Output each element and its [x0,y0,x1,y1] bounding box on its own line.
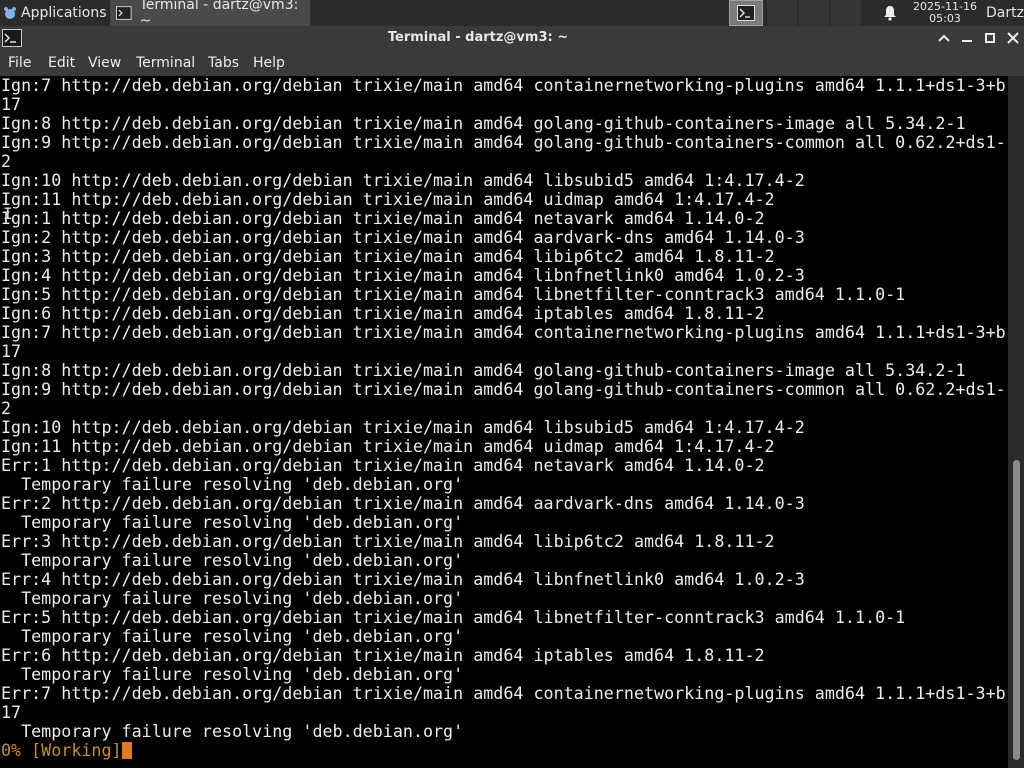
terminal-line: 17 [1,341,22,361]
terminal-line: Ign:11 http://deb.debian.org/debian trix… [1,436,775,456]
maximize-icon [985,33,995,43]
menu-help[interactable]: Help [253,50,285,76]
terminal-line: 17 [1,94,22,114]
terminal-line: Temporary failure resolving 'deb.debian.… [1,512,464,532]
terminal-line: Temporary failure resolving 'deb.debian.… [1,550,464,570]
scrollbar-thumb[interactable] [1013,460,1020,760]
terminal-line: Temporary failure resolving 'deb.debian.… [1,588,464,608]
menu-tabs[interactable]: Tabs [208,50,239,76]
terminal-line: Ign:5 http://deb.debian.org/debian trixi… [1,284,906,304]
terminal-line: Err:4 http://deb.debian.org/debian trixi… [1,569,805,589]
terminal-line: Ign:7 http://deb.debian.org/debian trixi… [1,76,1006,95]
terminal-line: 2 [1,151,12,171]
terminal-scrollbar[interactable] [1008,76,1024,768]
workspace-4-button[interactable] [831,0,861,26]
terminal-line: Err:6 http://deb.debian.org/debian trixi… [1,645,765,665]
bell-icon [884,6,896,21]
terminal-line: Ign:8 http://deb.debian.org/debian trixi… [1,360,966,380]
terminal-line: Ign:8 http://deb.debian.org/debian trixi… [1,113,966,133]
terminal-line: Ign:6 http://deb.debian.org/debian trixi… [1,303,765,323]
terminal-line: Err:3 http://deb.debian.org/debian trixi… [1,531,775,551]
terminal-status-line: 0% [Working] [1,741,1009,760]
status-text: 0% [Working] [1,740,122,760]
menu-view[interactable]: View [88,50,121,76]
terminal-line: Ign:10 http://deb.debian.org/debian trix… [1,170,805,190]
menu-file[interactable]: File [8,50,31,76]
chevron-up-icon [938,34,950,42]
terminal-line: Ign:3 http://deb.debian.org/debian trixi… [1,246,775,266]
terminal-lines: Ign:7 http://deb.debian.org/debian trixi… [1,76,1009,760]
terminal-line: Err:5 http://deb.debian.org/debian trixi… [1,607,906,627]
clock-time: 05:03 [929,12,961,25]
close-icon [1007,32,1019,44]
terminal-line: Ign:1 http://deb.debian.org/debian trixi… [1,208,765,228]
menu-edit[interactable]: Edit [48,50,75,76]
window-titlebar[interactable]: Terminal - dartz@vm3: ~ [0,26,1024,50]
terminal-line: Ign:2 http://deb.debian.org/debian trixi… [1,227,805,247]
close-button[interactable] [1004,29,1022,47]
minimize-icon [962,40,972,42]
terminal-line: Temporary failure resolving 'deb.debian.… [1,626,464,646]
taskbar-terminal-button[interactable]: Terminal - dartz@vm3: ~ [110,0,310,29]
top-panel: Applications Terminal - dartz@vm3: ~ 202… [0,0,1024,29]
terminal-cursor [121,742,132,759]
terminal-line: Ign:4 http://deb.debian.org/debian trixi… [1,265,805,285]
terminal-line: Err:2 http://deb.debian.org/debian trixi… [1,493,805,513]
user-menu-button[interactable]: Dartz [986,0,1024,26]
minimize-button[interactable] [958,29,976,47]
menu-bar: File Edit View Terminal Tabs Help [0,50,1024,76]
terminal-line: 17 [1,702,22,722]
user-label: Dartz [986,5,1024,21]
text-cursor-icon: I [3,204,13,223]
terminal-line: Err:7 http://deb.debian.org/debian trixi… [1,683,1006,703]
terminal-line: Err:1 http://deb.debian.org/debian trixi… [1,455,765,475]
maximize-button[interactable] [981,29,999,47]
terminal-line: 2 [1,398,12,418]
terminal-line: Temporary failure resolving 'deb.debian.… [1,721,464,741]
applications-menu-button[interactable]: Applications [0,0,108,26]
workspace-1-button[interactable] [729,0,763,26]
window-title: Terminal - dartz@vm3: ~ [387,30,569,45]
shade-button[interactable] [935,29,953,47]
clock[interactable]: 2025-11-16 05:03 [908,0,982,26]
terminal-output[interactable]: Ign:7 http://deb.debian.org/debian trixi… [0,76,1008,768]
terminal-line: Ign:7 http://deb.debian.org/debian trixi… [1,322,1006,342]
workspace-3-button[interactable] [799,0,829,26]
taskbar-terminal-label: Terminal - dartz@vm3: ~ [139,0,299,29]
terminal-line: Temporary failure resolving 'deb.debian.… [1,474,464,494]
terminal-line: Temporary failure resolving 'deb.debian.… [1,664,464,684]
terminal-line: Ign:9 http://deb.debian.org/debian trixi… [1,132,1006,152]
xfce-mouse-icon [4,7,16,19]
terminal-icon [116,6,132,20]
terminal-icon [737,5,755,21]
menu-terminal[interactable]: Terminal [136,50,195,76]
notifications-button[interactable] [880,0,900,26]
applications-label: Applications [21,5,107,21]
terminal-line: Ign:10 http://deb.debian.org/debian trix… [1,417,805,437]
terminal-line: Ign:11 http://deb.debian.org/debian trix… [1,189,775,209]
workspace-2-button[interactable] [767,0,797,26]
terminal-line: Ign:9 http://deb.debian.org/debian trixi… [1,379,1006,399]
